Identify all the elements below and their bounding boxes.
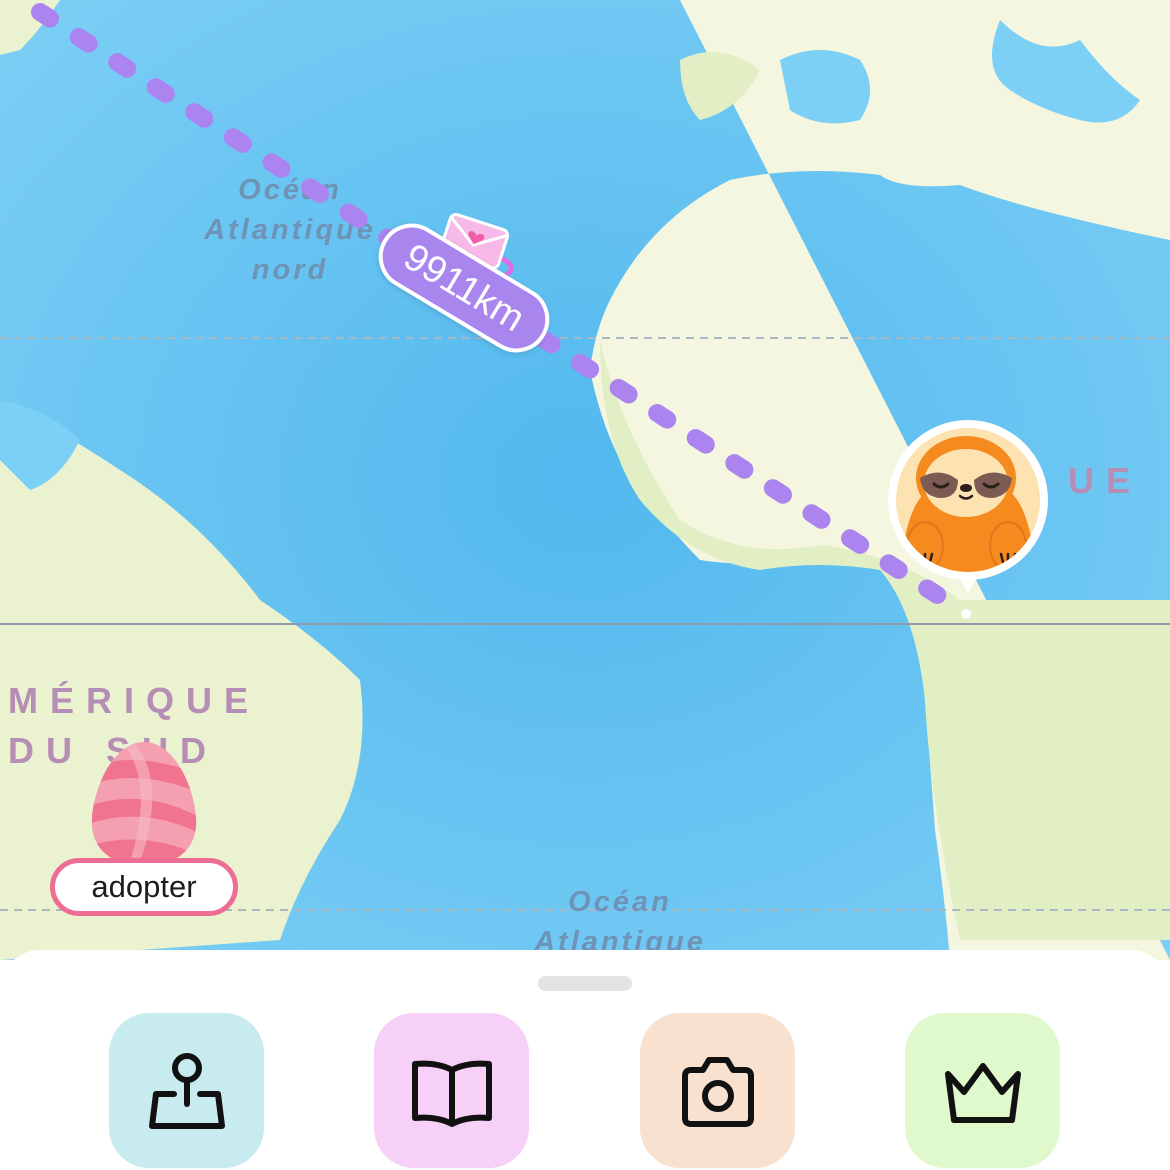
crown-icon (944, 1062, 1021, 1123)
sheet-grabber[interactable] (538, 976, 632, 991)
sloth-avatar-marker[interactable] (880, 418, 1056, 620)
egg-icon[interactable] (88, 738, 200, 868)
bottom-sheet (0, 950, 1170, 1170)
camera-icon (681, 1056, 754, 1127)
map-tab-button[interactable] (109, 1013, 264, 1168)
map-pin-icon (148, 1052, 225, 1129)
adopt-button[interactable]: adopter (50, 858, 238, 916)
journal-tab-button[interactable] (374, 1013, 529, 1168)
camera-tab-button[interactable] (640, 1013, 795, 1168)
book-icon (411, 1060, 492, 1127)
world-map[interactable]: Océan Atlantique nord Océan Atlantique MÉRI… (0, 0, 1170, 960)
premium-tab-button[interactable] (905, 1013, 1060, 1168)
